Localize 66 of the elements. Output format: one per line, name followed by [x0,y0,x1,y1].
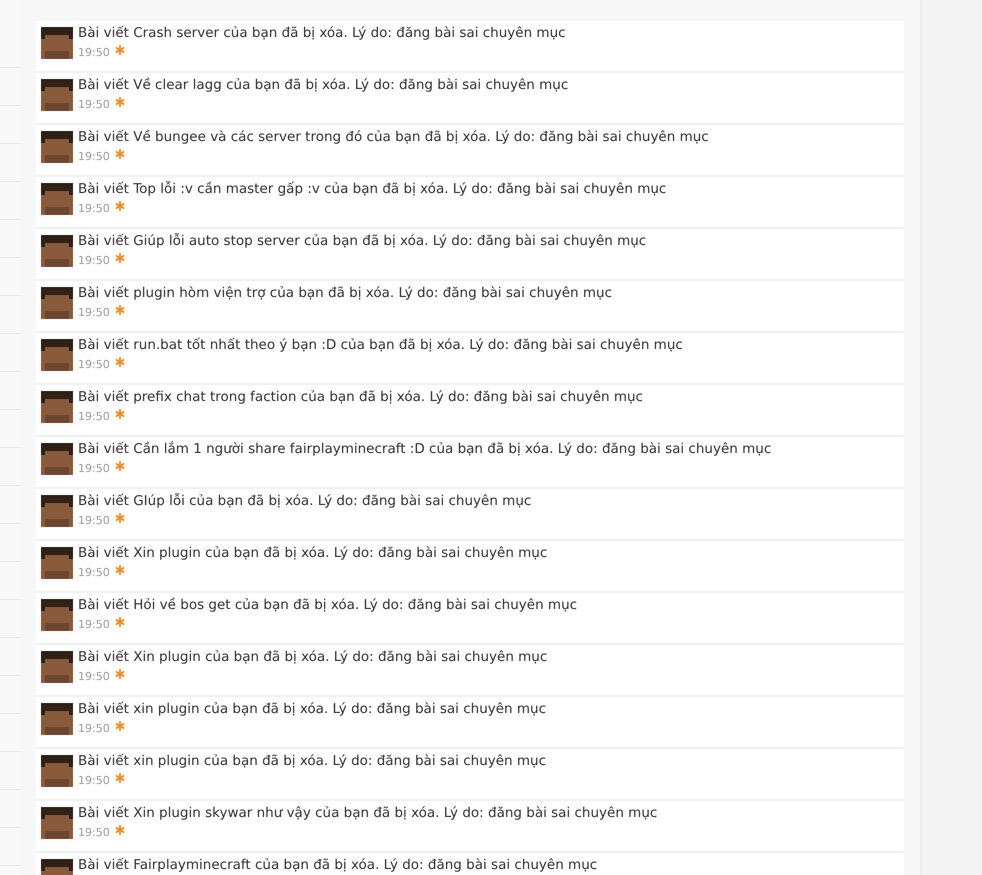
alert-text: Bài viết Xin plugin của bạn đã bị xóa. Lý do: đăng bài sai chuyên mục [78,544,548,563]
avatar-icon [41,183,73,215]
alert-time: 19:50 [78,774,110,788]
alert-text: Bài viết Về bungee và các server trong đó của bạn đã bị xóa. Lý do: đăng bài sai chuyên mục [78,128,709,147]
alert-text: Bài viết Xin plugin của bạn đã bị xóa. Lý do: đăng bài sai chuyên mục [78,648,548,667]
alert-row[interactable]: Bài viết Về clear lagg của bạn đã bị xóa. Lý do: đăng bài sai chuyên mục 19:50 [36,73,904,125]
avatar-icon [41,339,73,371]
alert-text: Bài viết Top lỗi :v cần master gấp :v của bạn đã bị xóa. Lý do: đăng bài sai chuyên mục [78,180,666,199]
alert-text: Bài viết run.bat tốt nhất theo ý bạn :D của bạn đã bị xóa. Lý do: đăng bài sai chuyên mục [78,336,683,355]
alert-time: 19:50 [78,358,110,372]
alert-row[interactable]: Bài viết xin plugin của bạn đã bị xóa. Lý do: đăng bài sai chuyên mục 19:50 [36,697,904,749]
alert-row[interactable]: Bài viết Về bungee và các server trong đó của bạn đã bị xóa. Lý do: đăng bài sai chuyên mục 19:50 [36,125,904,177]
alert-row[interactable]: Bài viết Hỏi về bos get của bạn đã bị xóa. Lý do: đăng bài sai chuyên mục 19:50 [36,593,904,645]
alert-row[interactable]: Bài viết Xin plugin của bạn đã bị xóa. Lý do: đăng bài sai chuyên mục 19:50 [36,645,904,697]
alert-row[interactable]: Bài viết Xin plugin skywar như vậy của bạn đã bị xóa. Lý do: đăng bài sai chuyên mục 19:50 [36,801,904,853]
alert-time: 19:50 [78,202,110,216]
avatar-icon [41,807,73,839]
alert-row[interactable]: Bài viết Fairplayminecraft của bạn đã bị xóa. Lý do: đăng bài sai chuyên mục [36,853,904,875]
alert-time: 19:50 [78,150,110,164]
alert-text: Bài viết plugin hòm viện trợ của bạn đã bị xóa. Lý do: đăng bài sai chuyên mục [78,284,612,303]
alert-text: Bài viết Về clear lagg của bạn đã bị xóa. Lý do: đăng bài sai chuyên mục [78,76,568,95]
alert-row[interactable]: Bài viết GIúp lỗi của bạn đã bị xóa. Lý do: đăng bài sai chuyên mục 19:50 [36,489,904,541]
alert-text: Bài viết Crash server của bạn đã bị xóa. Lý do: đăng bài sai chuyên mục [78,24,566,43]
alert-row[interactable]: Bài viết run.bat tốt nhất theo ý bạn :D của bạn đã bị xóa. Lý do: đăng bài sai chuyên mục 19:50 [36,333,904,385]
alert-row[interactable]: Bài viết Xin plugin của bạn đã bị xóa. Lý do: đăng bài sai chuyên mục 19:50 [36,541,904,593]
avatar-icon [41,79,73,111]
alert-row[interactable]: Bài viết plugin hòm viện trợ của bạn đã bị xóa. Lý do: đăng bài sai chuyên mục 19:50 [36,281,904,333]
alert-time: 19:50 [78,306,110,320]
alert-row[interactable]: Bài viết Giúp lỗi auto stop server của bạn đã bị xóa. Lý do: đăng bài sai chuyên mục 19:50 [36,229,904,281]
avatar-icon [41,495,73,527]
alert-time: 19:50 [78,566,110,580]
alert-row[interactable]: Bài viết prefix chat trong faction của bạn đã bị xóa. Lý do: đăng bài sai chuyên mục 19:50 [36,385,904,437]
avatar-icon [41,755,73,787]
alert-text: Bài viết Giúp lỗi auto stop server của bạn đã bị xóa. Lý do: đăng bài sai chuyên mục [78,232,646,251]
alert-time: 19:50 [78,410,110,424]
alert-time: 19:50 [78,618,110,632]
alert-row[interactable]: Bài viết Top lỗi :v cần master gấp :v của bạn đã bị xóa. Lý do: đăng bài sai chuyên mục 19:50 [36,177,904,229]
alert-time: 19:50 [78,670,110,684]
avatar-icon [41,443,73,475]
avatar-icon [41,651,73,683]
avatar-icon [41,235,73,267]
avatar-icon [41,391,73,423]
alert-text: Bài viết Hỏi về bos get của bạn đã bị xóa. Lý do: đăng bài sai chuyên mục [78,596,578,615]
alert-text: Bài viết xin plugin của bạn đã bị xóa. Lý do: đăng bài sai chuyên mục [78,752,546,771]
avatar-icon [41,547,73,579]
alert-row[interactable]: Bài viết Crash server của bạn đã bị xóa. Lý do: đăng bài sai chuyên mục 19:50 [36,21,904,73]
alert-text: Bài viết prefix chat trong faction của bạn đã bị xóa. Lý do: đăng bài sai chuyên mục [78,388,643,407]
alert-time: 19:50 [78,254,110,268]
avatar-icon [41,27,73,59]
avatar-icon [41,703,73,735]
alert-text: Bài viết Fairplayminecraft của bạn đã bị xóa. Lý do: đăng bài sai chuyên mục [78,856,598,875]
avatar-icon [41,599,73,631]
avatar-icon [41,287,73,319]
alert-text: Bài viết xin plugin của bạn đã bị xóa. Lý do: đăng bài sai chuyên mục [78,700,546,719]
alert-text: Bài viết GIúp lỗi của bạn đã bị xóa. Lý do: đăng bài sai chuyên mục [78,492,532,511]
avatar-icon [41,131,73,163]
alert-time: 19:50 [78,826,110,840]
alert-time: 19:50 [78,722,110,736]
alert-time: 19:50 [78,46,110,60]
alert-text: Bài viết Cần lắm 1 người share fairplayminecraft :D của bạn đã bị xóa. Lý do: đăng bài sai chuyên mục [78,440,772,459]
alert-row[interactable]: Bài viết xin plugin của bạn đã bị xóa. Lý do: đăng bài sai chuyên mục 19:50 [36,749,904,801]
alert-row[interactable]: Bài viết Cần lắm 1 người share fairplayminecraft :D của bạn đã bị xóa. Lý do: đăng bài sai chuyên mục 19:50 [36,437,904,489]
alert-text: Bài viết Xin plugin skywar như vậy của bạn đã bị xóa. Lý do: đăng bài sai chuyên mục [78,804,658,823]
alert-time: 19:50 [78,462,110,476]
alert-time: 19:50 [78,98,110,112]
alert-time: 19:50 [78,514,110,528]
